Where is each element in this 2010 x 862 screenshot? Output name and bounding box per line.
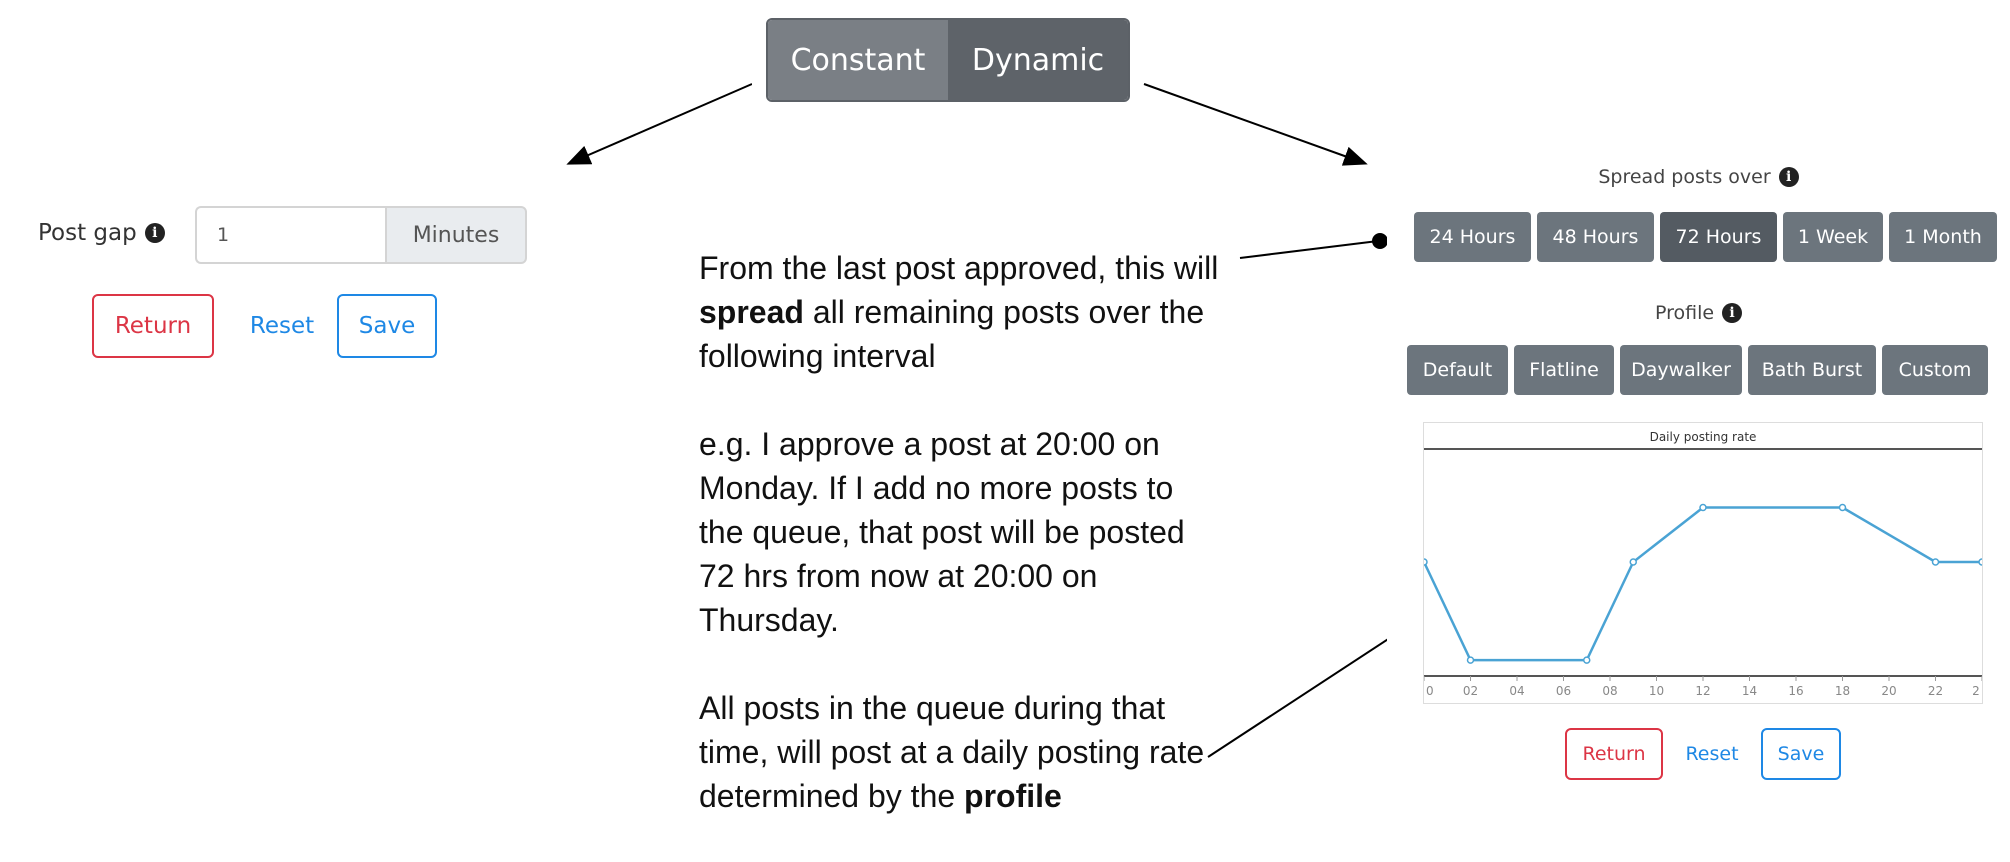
interval-72-hours-button[interactable]: 72 Hours — [1660, 212, 1777, 262]
profile-label: Profile — [1654, 302, 1715, 324]
chart-svg: Daily posting rate 0 02 04 06 08 10 12 14 16 18 20… — [1420, 430, 1986, 698]
series-point[interactable] — [1699, 503, 1707, 512]
x-tick-label: 18 — [1835, 684, 1850, 698]
x-tick-label: 08 — [1602, 684, 1617, 698]
return-button[interactable]: Return — [92, 294, 214, 358]
dynamic-return-button[interactable]: Return — [1565, 728, 1663, 780]
x-tick-label: 2 — [1972, 684, 1980, 698]
post-gap-input[interactable] — [195, 206, 385, 264]
interval-48-hours-button[interactable]: 48 Hours — [1537, 212, 1654, 262]
dynamic-mode-button[interactable]: Dynamic — [948, 20, 1128, 100]
spread-posts-label: Spread posts over — [1598, 166, 1771, 188]
chart-title: Daily posting rate — [1650, 430, 1757, 444]
arrow-to-constant — [566, 83, 753, 165]
info-icon[interactable]: i — [1722, 303, 1743, 323]
series-point[interactable] — [1466, 656, 1475, 664]
profile-bath-burst-button[interactable]: Bath Burst — [1748, 345, 1876, 395]
x-tick-label: 14 — [1742, 684, 1757, 698]
interval-24-hours-button[interactable]: 24 Hours — [1414, 212, 1531, 262]
x-tick-label: 04 — [1509, 684, 1524, 698]
series-line — [1422, 506, 1982, 662]
interval-1-month-button[interactable]: 1 Month — [1889, 212, 1997, 262]
explanation-text: From the last post approved, this will s… — [699, 246, 1219, 862]
dynamic-reset-button[interactable]: Reset — [1675, 728, 1749, 780]
series-point[interactable] — [1583, 656, 1591, 664]
info-icon[interactable]: i — [144, 223, 165, 243]
interval-button-group: 24 Hours 48 Hours 72 Hours 1 Week 1 Mont… — [1414, 212, 1997, 262]
profile-custom-button[interactable]: Custom — [1882, 345, 1988, 395]
info-icon[interactable]: i — [1778, 167, 1799, 187]
x-tick-label: 20 — [1881, 684, 1896, 698]
connector-profile — [1207, 629, 1403, 758]
reset-button[interactable]: Reset — [232, 294, 332, 358]
arrow-to-dynamic — [1143, 83, 1368, 166]
x-tick-label: 22 — [1928, 684, 1943, 698]
x-tick-label: 02 — [1463, 684, 1478, 698]
connector-spread — [1239, 240, 1379, 259]
constant-mode-button[interactable]: Constant — [768, 20, 948, 100]
spread-posts-label-group: Spread posts over i — [1387, 166, 2010, 188]
dynamic-save-button[interactable]: Save — [1761, 728, 1841, 780]
explanation-paragraph-3: All posts in the queue during that time,… — [699, 690, 1205, 814]
minutes-unit-addon: Minutes — [385, 206, 527, 264]
x-tick-label: 06 — [1556, 684, 1571, 698]
x-tick-label: 12 — [1695, 684, 1710, 698]
constant-settings-panel: Post gap i Minutes Return Reset Save — [6, 188, 569, 386]
series-point[interactable] — [1629, 558, 1637, 566]
dynamic-settings-panel: Spread posts over i 24 Hours 48 Hours 72… — [1387, 160, 2010, 793]
explanation-paragraph-2: e.g. I approve a post at 20:00 on Monday… — [699, 426, 1185, 638]
profile-daywalker-button[interactable]: Daywalker — [1620, 345, 1742, 395]
x-tick-label: 0 — [1426, 684, 1434, 698]
series-point[interactable] — [1931, 558, 1940, 566]
series-point[interactable] — [1978, 558, 1986, 566]
profile-flatline-button[interactable]: Flatline — [1514, 345, 1614, 395]
interval-1-week-button[interactable]: 1 Week — [1783, 212, 1883, 262]
chart-series — [1420, 503, 1986, 664]
series-point[interactable] — [1838, 503, 1847, 512]
x-tick-label: 16 — [1788, 684, 1803, 698]
profile-label-group: Profile i — [1387, 302, 2010, 324]
posting-rate-chart: Daily posting rate 0 02 04 06 08 10 12 14 16 18 20… — [1420, 422, 1986, 704]
connector-spread-dot — [1372, 233, 1388, 249]
explanation-paragraph-1: From the last post approved, this will s… — [699, 250, 1219, 374]
save-button[interactable]: Save — [337, 294, 437, 358]
profile-button-group: Default Flatline Daywalker Bath Burst Cu… — [1407, 345, 1988, 395]
x-tick-label: 10 — [1649, 684, 1664, 698]
profile-default-button[interactable]: Default — [1407, 345, 1508, 395]
post-gap-label-group: Post gap i — [38, 220, 165, 246]
series-point[interactable] — [1420, 558, 1428, 566]
post-gap-label: Post gap — [38, 220, 137, 246]
mode-toggle-group: Constant Dynamic — [766, 18, 1130, 102]
chart-x-ticks: 0 02 04 06 08 10 12 14 16 18 20 22 2 — [1423, 676, 1983, 698]
